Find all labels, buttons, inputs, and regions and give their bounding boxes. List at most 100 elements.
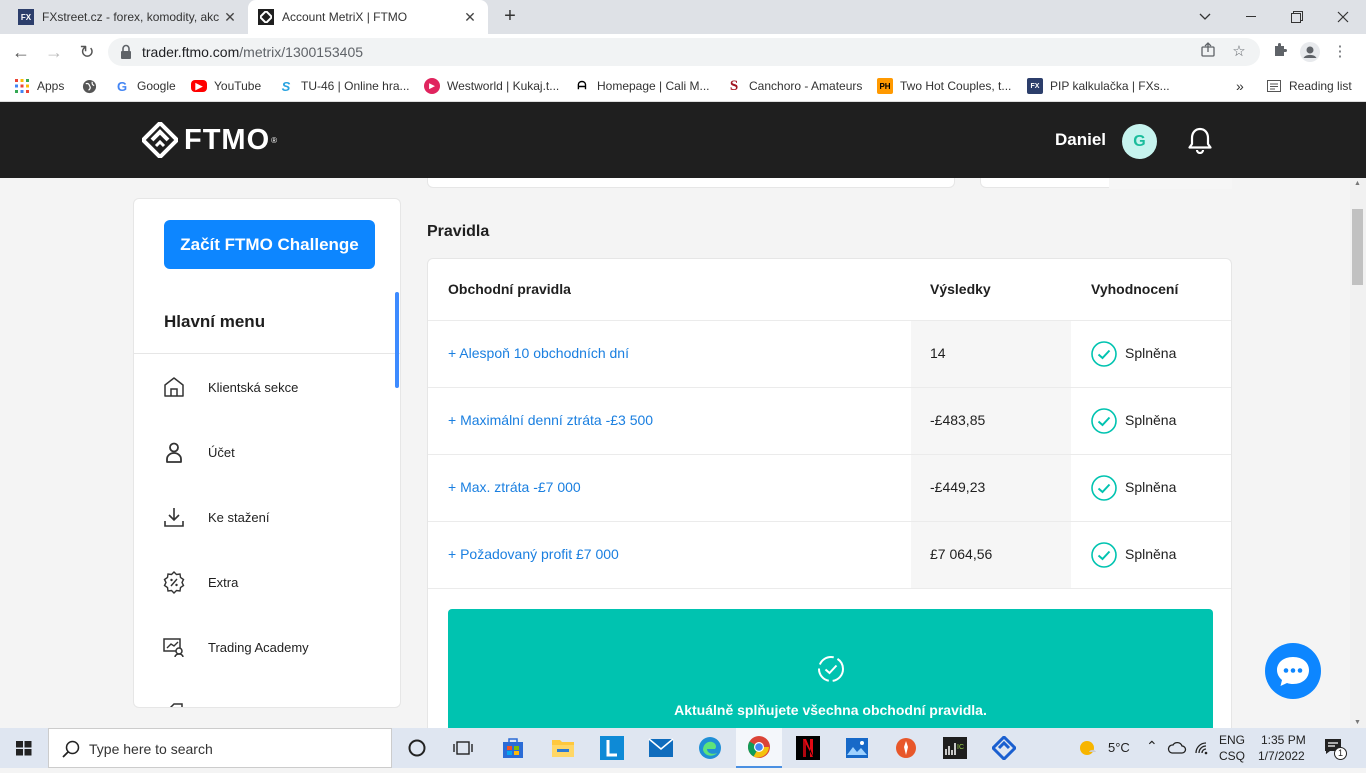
bookmark-canchoro[interactable]: S Canchoro - Amateurs (726, 77, 863, 95)
clock-time[interactable]: 1:35 PM (1261, 733, 1306, 747)
more-bookmarks-button[interactable]: » (1236, 77, 1244, 95)
taskbar-file-explorer[interactable] (540, 728, 586, 768)
bookmark-cali[interactable]: ᗩ Homepage | Cali M... (574, 77, 709, 95)
minimize-window-icon[interactable] (1228, 0, 1274, 34)
share-icon[interactable] (1198, 42, 1218, 62)
divider (428, 588, 1231, 589)
ftmo-logo[interactable]: FTMO ® (142, 122, 277, 158)
tab-fxstreet[interactable]: FX FXstreet.cz - forex, komodity, akc ✕ (8, 0, 248, 34)
back-arrow-icon[interactable]: ← (9, 40, 33, 64)
check-circle-icon (1091, 542, 1117, 568)
start-ftmo-challenge-button[interactable]: Začít FTMO Challenge (164, 220, 375, 269)
url-text: trader.ftmo.com/metrix/1300153405 (142, 44, 364, 60)
bookmark-star-icon[interactable]: ☆ (1229, 42, 1249, 62)
chat-button[interactable] (1265, 643, 1321, 699)
reading-list-icon (1266, 78, 1282, 94)
wifi-icon[interactable] (1194, 740, 1212, 756)
avatar[interactable]: G (1122, 124, 1157, 159)
google-icon: G (116, 78, 128, 94)
reading-list-button[interactable]: Reading list (1266, 77, 1352, 95)
ftmo-favicon-icon (258, 9, 274, 25)
chrome-icon (748, 736, 770, 758)
page-scrollbar[interactable]: ▲ ▼ (1350, 178, 1366, 728)
extensions-puzzle-icon[interactable] (1270, 42, 1290, 62)
browser-menu-icon[interactable]: ⋮ (1330, 42, 1350, 62)
close-tab-icon[interactable]: ✕ (462, 9, 478, 26)
rule-result: 14 (930, 345, 946, 361)
rule-link[interactable]: + Požadovaný profit £7 000 (448, 546, 619, 562)
bookmark-westworld[interactable]: ▶ Westworld | Kukaj.t... (424, 77, 559, 95)
taskbar-ftmo[interactable] (981, 728, 1027, 768)
windows-taskbar: Type here to search IC 5°C ⌃ ENG CSQ 1:3… (0, 728, 1366, 768)
table-row: + Požadovaný profit £7 000 £7 064,56 Spl… (428, 521, 1231, 589)
profile-icon[interactable] (1300, 42, 1320, 62)
apps-grid-icon (14, 78, 30, 94)
tab-search-chevron-icon[interactable] (1182, 0, 1228, 34)
rule-status: Splněna (1125, 345, 1177, 361)
task-view-button[interactable] (440, 728, 486, 768)
mail-icon (648, 738, 674, 757)
bookmark-google[interactable]: G Google (114, 77, 176, 95)
sidebar-scrollbar[interactable] (395, 292, 399, 388)
close-tab-icon[interactable]: ✕ (222, 9, 238, 26)
sidebar-item-extra[interactable]: Extra (162, 567, 392, 597)
folder-icon (552, 740, 574, 757)
language-indicator-top[interactable]: ENG (1219, 733, 1245, 747)
taskbar-trading-platform[interactable]: IC (932, 728, 978, 768)
taskbar-lync[interactable] (589, 728, 635, 768)
bookmark-twohot[interactable]: PH Two Hot Couples, t... (877, 77, 1011, 95)
reload-icon[interactable]: ↻ (75, 40, 99, 64)
taskbar-netflix[interactable] (785, 728, 831, 768)
rule-result: -£483,85 (930, 412, 986, 428)
tab-title: Account MetriX | FTMO (282, 10, 408, 24)
cortana-button[interactable] (394, 728, 440, 768)
percent-badge-icon (163, 571, 185, 594)
new-tab-button[interactable]: + (498, 5, 522, 29)
page-scrollbar-thumb[interactable] (1352, 209, 1363, 285)
start-button[interactable] (0, 728, 48, 768)
notifications-bell-icon[interactable] (1187, 126, 1213, 154)
close-window-icon[interactable] (1320, 0, 1366, 34)
bookmark-pip[interactable]: FX PIP kalkulačka | FXs... (1027, 77, 1170, 95)
sidebar-item-account[interactable]: Účet (162, 437, 392, 467)
notification-center-button[interactable]: 1 (1324, 738, 1347, 760)
sidebar-item-downloads[interactable]: Ke stažení (162, 502, 392, 532)
sidebar-item-trading-academy[interactable]: Trading Academy (162, 632, 392, 662)
taskbar-edge[interactable] (687, 728, 733, 768)
download-icon (164, 508, 184, 527)
tab-account-metrix[interactable]: Account MetriX | FTMO ✕ (248, 0, 488, 34)
rule-result: -£449,23 (930, 479, 986, 495)
taskbar-store[interactable] (490, 728, 536, 768)
taskbar-mail[interactable] (638, 728, 684, 768)
store-icon (503, 738, 523, 758)
user-name[interactable]: Daniel (1055, 130, 1106, 150)
forward-arrow-icon[interactable]: → (42, 40, 66, 64)
rule-link[interactable]: + Maximální denní ztráta -£3 500 (448, 412, 653, 428)
cortana-circle-icon (408, 739, 426, 757)
taskbar-search-box[interactable]: Type here to search (48, 728, 392, 768)
bookmark-tu46[interactable]: S TU-46 | Online hra... (278, 77, 410, 95)
sidebar-item-next[interactable] (162, 697, 392, 707)
weather-temperature[interactable]: 5°C (1108, 740, 1130, 755)
bookmark-youtube[interactable]: ▶ YouTube (191, 77, 261, 95)
weather-sun-icon[interactable] (1078, 738, 1098, 758)
table-row: + Maximální denní ztráta -£3 500 -£483,8… (428, 387, 1231, 455)
onedrive-cloud-icon[interactable] (1167, 741, 1187, 755)
bookmark-globe[interactable] (81, 77, 104, 95)
address-bar[interactable]: trader.ftmo.com/metrix/1300153405 ☆ (108, 38, 1260, 66)
bookmark-apps[interactable]: Apps (14, 77, 64, 95)
rule-link[interactable]: + Max. ztráta -£7 000 (448, 479, 581, 495)
taskbar-chrome[interactable] (736, 728, 782, 768)
restore-window-icon[interactable] (1274, 0, 1320, 34)
language-indicator-bottom[interactable]: CSQ (1219, 749, 1245, 763)
task-view-icon (453, 741, 473, 755)
clock-date[interactable]: 1/7/2022 (1258, 749, 1305, 763)
rule-link[interactable]: + Alespoň 10 obchodních dní (448, 345, 629, 361)
browser-toolbar: ← → ↻ trader.ftmo.com/metrix/1300153405 … (0, 34, 1366, 70)
taskbar-app-orange[interactable] (883, 728, 929, 768)
column-header-results: Výsledky (930, 281, 991, 297)
sidebar-item-client-section[interactable]: Klientská sekce (162, 372, 392, 402)
l-app-icon (600, 736, 624, 760)
show-hidden-icons-chevron-icon[interactable]: ⌃ (1146, 738, 1158, 755)
taskbar-photos[interactable] (834, 728, 880, 768)
